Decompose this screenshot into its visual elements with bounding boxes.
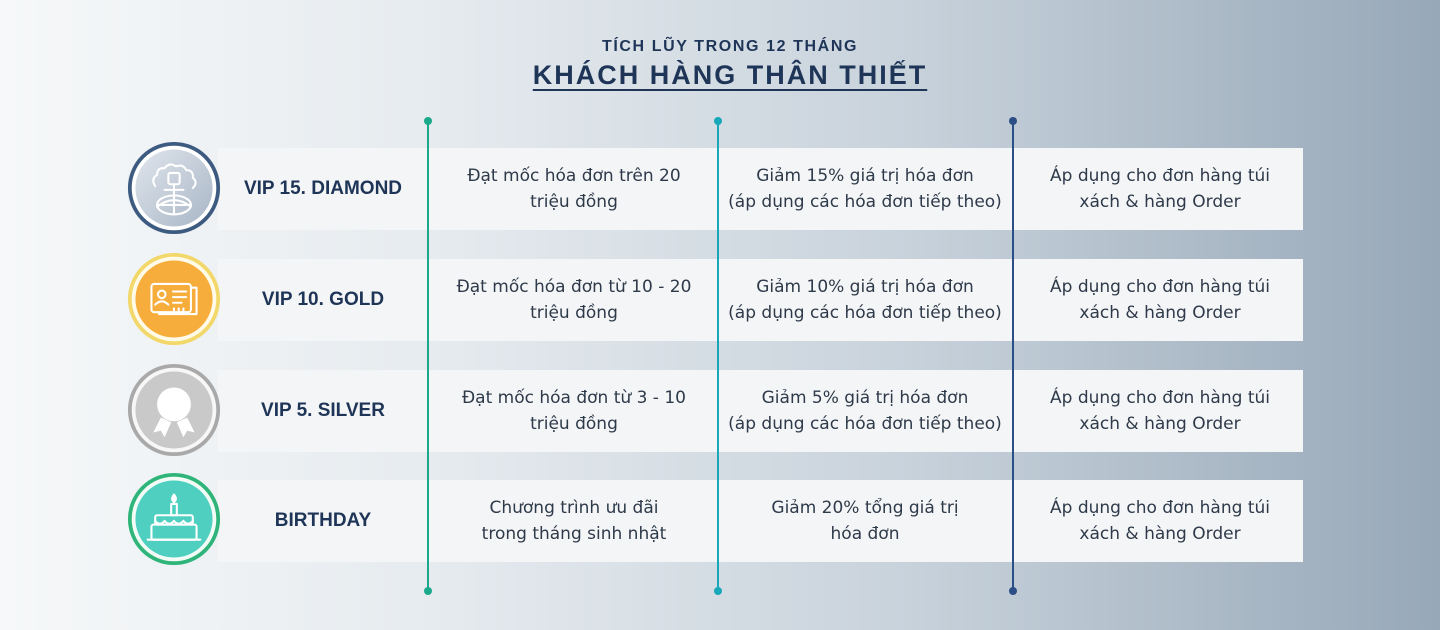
- page-subtitle: TÍCH LŨY TRONG 12 THÁNG: [601, 38, 859, 55]
- tier-benefit: Giảm 5% giá trị hóa đơn (áp dụng các hóa…: [728, 388, 1002, 434]
- tier-row-diamond: VIP 15. DIAMOND Đạt mốc hóa đơn trên 20 …: [218, 148, 1303, 230]
- tier-row-birthday: BIRTHDAY Chương trình ưu đãi trong tháng…: [218, 480, 1303, 562]
- divider-line-teal: [714, 117, 722, 595]
- tier-condition: Chương trình ưu đãi trong tháng sinh nhậ…: [481, 498, 667, 544]
- id-card-icon: [127, 252, 221, 346]
- tier-row-silver: VIP 5. SILVER Đạt mốc hóa đơn từ 3 - 10 …: [218, 370, 1303, 452]
- divider-line-navy: [1009, 117, 1017, 595]
- tier-benefit: Giảm 15% giá trị hóa đơn (áp dụng các hó…: [728, 166, 1002, 212]
- tier-scope: Áp dụng cho đơn hàng túi xách & hàng Ord…: [1050, 388, 1270, 434]
- tier-label: VIP 5. SILVER: [261, 400, 385, 421]
- tier-scope: Áp dụng cho đơn hàng túi xách & hàng Ord…: [1050, 498, 1270, 544]
- divider-dot: [714, 587, 722, 595]
- divider-line-green: [424, 117, 432, 595]
- page-title-text: KHÁCH HÀNG THÂN THIẾT: [532, 60, 928, 90]
- award-ribbon-icon: [127, 363, 221, 457]
- tier-condition: Đạt mốc hóa đơn từ 3 - 10 triệu đồng: [462, 388, 686, 434]
- divider-dot: [1009, 117, 1017, 125]
- diamond-globe-icon: [127, 141, 221, 235]
- tier-scope: Áp dụng cho đơn hàng túi xách & hàng Ord…: [1050, 277, 1270, 323]
- tier-label: VIP 15. DIAMOND: [243, 178, 403, 199]
- tier-row-gold: VIP 10. GOLD Đạt mốc hóa đơn từ 10 - 20 …: [218, 259, 1303, 341]
- tier-scope: Áp dụng cho đơn hàng túi xách & hàng Ord…: [1050, 166, 1270, 212]
- tier-condition: Đạt mốc hóa đơn từ 10 - 20 triệu đồng: [456, 277, 692, 323]
- tier-benefit: Giảm 20% tổng giá trị hóa đơn: [771, 498, 959, 544]
- divider-dot: [424, 587, 432, 595]
- tier-label: VIP 10. GOLD: [261, 289, 385, 310]
- tier-benefit: Giảm 10% giá trị hóa đơn (áp dụng các hó…: [728, 277, 1002, 323]
- page-title: KHÁCH HÀNG THÂN THIẾT: [0, 60, 1440, 91]
- tier-label: BIRTHDAY: [274, 510, 372, 531]
- divider-dot: [714, 117, 722, 125]
- divider-dot: [1009, 587, 1017, 595]
- tier-condition: Đạt mốc hóa đơn trên 20 triệu đồng: [467, 166, 681, 212]
- divider-dot: [424, 117, 432, 125]
- birthday-cake-icon: [127, 472, 221, 566]
